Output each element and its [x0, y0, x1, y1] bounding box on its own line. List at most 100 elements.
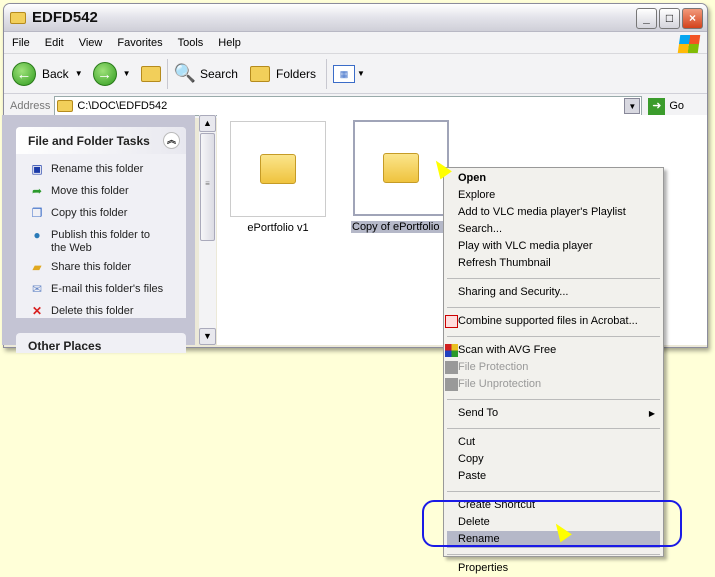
menu-vlc-play[interactable]: Play with VLC media player [444, 238, 663, 255]
panel-title: File and Folder Tasks [28, 133, 150, 148]
acrobat-icon [445, 315, 458, 328]
menu-label: Send To [458, 407, 499, 419]
go-button[interactable]: ➜ Go [648, 97, 685, 115]
menu-copy[interactable]: Copy [444, 451, 663, 468]
menu-sharing[interactable]: Sharing and Security... [444, 284, 663, 301]
title-bar: EDFD542 _ □ × [4, 4, 707, 32]
toolbar: ← Back ▼ → ▼ 🔍 Search Folders ▦ ▼ [4, 54, 707, 94]
search-icon[interactable]: 🔍 [174, 63, 196, 84]
delete-icon: ✕ [31, 304, 43, 318]
minimize-button[interactable]: _ [636, 8, 657, 29]
close-button[interactable]: × [682, 8, 703, 29]
windows-logo-icon [677, 35, 701, 53]
menu-help[interactable]: Help [218, 37, 241, 49]
go-arrow-icon: ➜ [648, 97, 666, 115]
address-value: C:\DOC\EDFD542 [77, 100, 168, 112]
menu-scan-avg[interactable]: Scan with AVG Free [444, 342, 663, 359]
task-label: Share this folder [51, 261, 132, 273]
task-label: E-mail this folder's files [51, 283, 164, 295]
task-pane-scrollbar[interactable]: ▲ ≡ ▼ [199, 115, 216, 345]
separator [447, 554, 660, 555]
back-dropdown[interactable]: ▼ [75, 69, 83, 78]
task-label: Copy this folder [51, 207, 128, 219]
address-dropdown[interactable]: ▼ [624, 98, 641, 114]
back-arrow-icon[interactable]: ← [12, 61, 36, 86]
menu-label: Scan with AVG Free [458, 344, 557, 356]
separator [447, 399, 660, 400]
task-label: Publish this folder to the Web [51, 229, 151, 254]
folder-name[interactable]: ePortfolio v1 [230, 222, 326, 234]
menu-paste[interactable]: Paste [444, 468, 663, 485]
file-folder-tasks-panel: File and Folder Tasks ︽ ▣ Rename this fold… [16, 127, 186, 318]
menu-cut[interactable]: Cut [444, 434, 663, 451]
protection-icon [445, 361, 458, 374]
views-button[interactable]: ▦ [333, 64, 355, 83]
context-menu: Open Explore Add to VLC media player's P… [443, 167, 664, 574]
task-label: Move this folder [51, 185, 129, 197]
task-rename[interactable]: ▣ Rename this folder [16, 160, 186, 182]
views-dropdown[interactable]: ▼ [357, 69, 365, 78]
panel-title: Other Places [28, 339, 102, 353]
task-delete[interactable]: ✕ Delete this folder [16, 302, 186, 324]
address-label: Address [10, 100, 51, 112]
scroll-up-button[interactable]: ▲ [199, 115, 216, 132]
menu-send-to[interactable]: Send To ▶ [444, 405, 663, 422]
menu-open[interactable]: Open [444, 170, 663, 187]
task-label: Rename this folder [51, 163, 144, 175]
task-label: Delete this folder [51, 305, 134, 317]
email-icon: ✉ [31, 282, 43, 296]
window-title: EDFD542 [32, 9, 98, 26]
forward-button[interactable]: → [92, 61, 117, 86]
forward-dropdown[interactable]: ▼ [123, 69, 131, 78]
other-places-panel[interactable]: Other Places [16, 333, 186, 353]
go-label: Go [669, 100, 685, 112]
back-button[interactable]: Back [42, 67, 69, 81]
folder-icon [10, 11, 26, 24]
folders-icon[interactable] [249, 65, 270, 82]
task-email[interactable]: ✉ E-mail this folder's files [16, 280, 186, 302]
menu-explore[interactable]: Explore [444, 187, 663, 204]
task-move[interactable]: ➦ Move this folder [16, 182, 186, 204]
scroll-thumb[interactable]: ≡ [200, 133, 215, 241]
folder-icon [260, 154, 296, 184]
menu-view[interactable]: View [79, 37, 103, 49]
submenu-arrow-icon: ▶ [648, 409, 655, 418]
menu-tools[interactable]: Tools [178, 37, 204, 49]
task-copy[interactable]: ❐ Copy this folder [16, 204, 186, 226]
menu-label: File Protection [458, 361, 529, 373]
menu-label: Combine supported files in Acrobat... [458, 315, 638, 327]
globe-icon: ● [33, 228, 41, 242]
folder-icon [383, 153, 419, 183]
separator [447, 278, 660, 279]
menu-search[interactable]: Search... [444, 221, 663, 238]
move-icon: ➦ [31, 184, 43, 198]
up-folder-icon[interactable] [140, 65, 161, 82]
menu-combine-acrobat[interactable]: Combine supported files in Acrobat... [444, 313, 663, 330]
unprotection-icon [445, 378, 458, 391]
menu-properties[interactable]: Properties [444, 560, 663, 577]
maximize-button[interactable]: □ [659, 8, 680, 29]
task-publish[interactable]: ● Publish this folder to the Web [16, 226, 186, 258]
address-input[interactable]: C:\DOC\EDFD542 ▼ [54, 96, 643, 116]
menu-favorites[interactable]: Favorites [117, 37, 162, 49]
folder-icon [57, 100, 74, 112]
menu-refresh-thumbnail[interactable]: Refresh Thumbnail [444, 255, 663, 272]
menu-edit[interactable]: Edit [45, 37, 64, 49]
task-share[interactable]: ▰ Share this folder [16, 258, 186, 280]
separator [447, 428, 660, 429]
menu-file-protection: File Protection [444, 359, 663, 376]
highlight-annotation [422, 500, 682, 547]
folder-name[interactable]: Copy of ePortfolio [351, 221, 443, 233]
scroll-down-button[interactable]: ▼ [199, 328, 216, 345]
folders-button[interactable]: Folders [276, 67, 316, 81]
menu-file[interactable]: File [12, 37, 30, 49]
menu-vlc-playlist[interactable]: Add to VLC media player's Playlist [444, 204, 663, 221]
separator [447, 307, 660, 308]
menu-file-unprotection: File Unprotection [444, 376, 663, 393]
folder-item[interactable] [230, 121, 326, 217]
avg-icon [445, 344, 458, 357]
rename-icon: ▣ [31, 162, 43, 176]
search-button[interactable]: Search [200, 67, 238, 81]
share-icon: ▰ [32, 260, 42, 274]
collapse-icon[interactable]: ︽ [163, 132, 180, 149]
